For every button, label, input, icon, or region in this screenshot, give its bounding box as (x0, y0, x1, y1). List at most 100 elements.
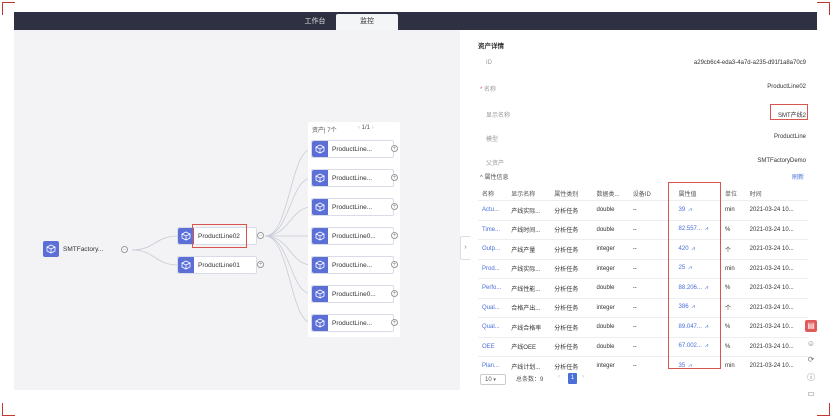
cell-text: -- (632, 324, 637, 331)
next-page-icon[interactable]: › (372, 125, 374, 131)
assets-page-number: 1/1 (361, 125, 371, 131)
info-icon[interactable]: ⓘ (805, 372, 817, 384)
cell-text: Actu... (482, 207, 500, 214)
cell-text: Qual... (482, 304, 500, 311)
expand-node-button[interactable]: + (257, 261, 264, 268)
cube-icon (312, 199, 328, 215)
chevron-down-icon: ▾ (493, 377, 496, 383)
cell-text: Outp... (482, 246, 501, 253)
props-title: 属性信息 (484, 175, 509, 181)
expand-child-button[interactable]: + (391, 174, 398, 181)
highlight-box-node (192, 224, 247, 248)
tree-root-node[interactable]: SMTFactory... (43, 241, 123, 259)
child-asset-node[interactable]: ProductLine... (311, 256, 394, 274)
table-cell: 2021-03-24 10... (745, 297, 808, 318)
field-key-label: ID (486, 60, 492, 66)
cube-icon (312, 228, 328, 244)
child-asset-node[interactable]: ProductLine... (311, 314, 394, 332)
cell-text: Time... (482, 226, 501, 233)
cell-text: Plan... (482, 363, 500, 370)
props-header[interactable]: ^ 属性信息 (480, 172, 509, 181)
child-asset-node[interactable]: ProductLine... (311, 140, 394, 158)
share-icon[interactable]: ⟳ (805, 354, 817, 366)
cube-icon (312, 141, 328, 157)
cell-text: 产线性能... (511, 286, 541, 293)
cell-text: min (724, 265, 735, 272)
cell-text: 分析任务 (554, 345, 579, 352)
cell-text: 2021-03-24 10... (749, 304, 794, 311)
cell-text: integer (596, 265, 615, 272)
field-key-label: 父资产 (486, 161, 505, 167)
table-cell: 2021-03-24 10... (745, 356, 808, 376)
cell-text: % (724, 285, 731, 292)
cell-text: 分析任务 (554, 228, 579, 235)
child-asset-node[interactable]: ProductLine... (311, 169, 394, 187)
properties-table: 名称 显示名称 属性类别 数据类... 设备ID 属性值 单位 时间 Actu... 产线实际.… (478, 186, 808, 376)
expand-child-button[interactable]: + (391, 290, 398, 297)
child-asset-label: ProductLine0... (332, 233, 376, 240)
highlight-box-values (668, 182, 721, 369)
expand-child-button[interactable]: + (391, 203, 398, 210)
collapse-node-button[interactable]: − (257, 232, 264, 239)
collapse-root-button[interactable]: − (121, 246, 128, 253)
table-cell: 分析任务 (550, 258, 593, 279)
table-cell: Plan... (478, 356, 508, 376)
child-asset-node[interactable]: ProductLine0... (311, 285, 394, 303)
corner-marker-br (817, 403, 830, 416)
cell-text: 2021-03-24 10... (749, 226, 794, 233)
column-header: 单位 (724, 191, 737, 198)
pager-next-icon[interactable]: › (582, 374, 584, 380)
tree-node-productline01[interactable]: ProductLine01 (177, 256, 257, 274)
cell-text: 个 (724, 247, 731, 254)
table-cell: OEE (478, 336, 508, 357)
table-cell: Time... (478, 219, 508, 240)
document-icon[interactable]: ▭ (805, 388, 817, 400)
column-header: 名称 (482, 191, 495, 198)
field-key-label: 模型 (486, 137, 499, 143)
child-asset-label: ProductLine... (332, 262, 373, 269)
cell-text: 分析任务 (554, 306, 579, 313)
table-cell: 2021-03-24 10... (745, 317, 808, 337)
table-row[interactable]: Actu... 产线实际... 分析任务 double -- 39 ⩘ min 2021-03-… (478, 200, 808, 220)
expand-child-button[interactable]: + (391, 145, 398, 152)
table-row[interactable]: Prod... 产线实际... 分析任务 integer -- 25 ⩘ min 2021-03… (478, 258, 808, 279)
table-row[interactable]: Perfo... 产线性能... 分析任务 double -- 88.206... ⩘% 20… (478, 278, 808, 298)
expand-child-button[interactable]: + (391, 261, 398, 268)
pager-current-page[interactable]: 1 (568, 373, 577, 384)
table-cell: % (720, 219, 746, 240)
table-cell: % (720, 336, 746, 357)
cell-text: % (724, 324, 731, 331)
page-size-select[interactable]: 10 ▾ (480, 374, 506, 385)
cell-text: 2021-03-24 10... (749, 207, 794, 214)
cell-text: integer (596, 363, 615, 370)
table-row[interactable]: Plan... 产线计划... 分析任务 integer -- 35 ⩘ min 2021-03… (478, 356, 808, 376)
table-row[interactable]: Time... 产线时间... 分析任务 double -- 82.557... ⩘% 202… (478, 219, 808, 240)
cell-text: % (724, 343, 731, 350)
refresh-link[interactable]: 刷新 (792, 172, 804, 181)
table-cell: 产线产量 (507, 239, 551, 259)
table-cell: integer (592, 258, 629, 279)
expand-child-button[interactable]: + (391, 232, 398, 239)
table-row[interactable]: Qual... 产线合格率 分析任务 double -- 89.047... ⩘% 2021-… (478, 317, 808, 337)
table-cell: double (592, 278, 629, 298)
table-cell: 产线合格率 (507, 317, 551, 337)
assets-page-indicator: ‹ 1/1 › (358, 125, 374, 131)
table-row[interactable]: OEE 产线OEE 分析任务 double -- 67.002... ⩘% 2021-03-2… (478, 336, 808, 357)
child-asset-node[interactable]: ProductLine0... (311, 227, 394, 245)
table-cell: % (720, 278, 746, 298)
table-row[interactable]: Outp... 产线产量 分析任务 integer -- 420 ⩘ 个 2021-03-24 … (478, 239, 808, 259)
table-cell: 2021-03-24 10... (745, 278, 808, 298)
table-cell: Prod... (478, 258, 508, 279)
pager-prev-icon[interactable]: ‹ (558, 374, 560, 380)
child-asset-label: ProductLine... (332, 320, 373, 327)
field-key: 显示名称 (486, 110, 510, 119)
cell-text: double (596, 324, 615, 331)
table-cell: 产线计划... (507, 356, 551, 376)
field-value: ProductLine (773, 134, 806, 140)
child-asset-node[interactable]: ProductLine... (311, 198, 394, 216)
expand-child-button[interactable]: + (391, 319, 398, 326)
table-row[interactable]: Qual... 合格产出... 分析任务 integer -- 386 ⩘ 个 2021-03-… (478, 297, 808, 318)
help-icon[interactable]: ☺ (805, 338, 817, 350)
prev-page-icon[interactable]: ‹ (358, 125, 360, 131)
feedback-icon[interactable]: ▤ (805, 320, 817, 332)
